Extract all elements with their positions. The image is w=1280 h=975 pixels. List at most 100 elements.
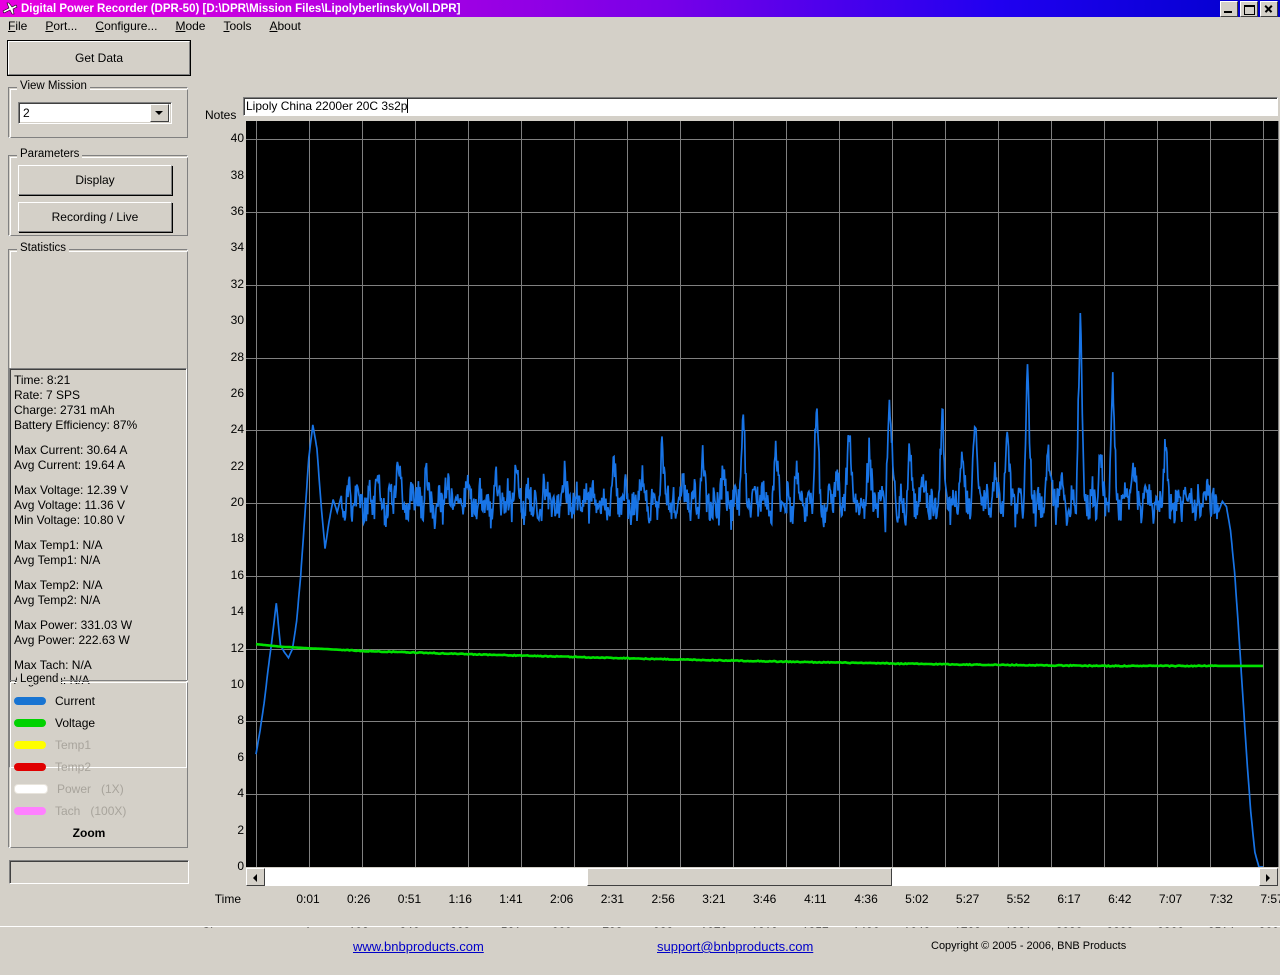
mission-select[interactable]: 2 (18, 102, 172, 124)
scroll-right-arrow-icon[interactable] (1259, 868, 1278, 886)
statistics-spacer (14, 568, 186, 578)
y-axis-labels: 0 2 4 6 8 10 12 14 16 18 20 22 24 26 28 30 32 34 36 38 40 (222, 121, 244, 873)
website-link[interactable]: www.bnbproducts.com (353, 939, 484, 954)
legend-color-swatch (14, 697, 46, 705)
legend-item-label: Tach (100X) (55, 804, 127, 818)
minimize-button[interactable] (1220, 1, 1238, 17)
time-tick-label: 0:26 (347, 892, 371, 906)
menu-item-port[interactable]: Port... (43, 18, 79, 34)
y-axis-tick-label: 14 (230, 604, 244, 619)
sidebar-panel: Get Data View Mission 2 Parameters Displ… (0, 35, 200, 960)
chart-plot-area[interactable] (246, 121, 1279, 867)
notes-input[interactable]: Lipoly China 2200er 20C 3s2p (243, 97, 1278, 116)
menu-item-configure[interactable]: Configure... (93, 18, 159, 34)
menu-item-about[interactable]: About (267, 18, 302, 34)
y-axis-tick-label: 24 (230, 422, 244, 437)
y-axis-tick-label: 0 (237, 859, 244, 873)
copyright-text: Copyright © 2005 - 2006, BNB Products (931, 940, 1127, 952)
legend-item-power[interactable]: Power (1X) (14, 778, 184, 800)
time-tick-label: 2:31 (600, 892, 625, 906)
get-data-button[interactable]: Get Data (7, 40, 191, 76)
time-tick-label: 5:52 (1006, 892, 1030, 906)
y-axis-tick-label: 18 (230, 531, 244, 546)
legend-item-label: Power (1X) (57, 782, 124, 796)
menu-item-tools[interactable]: Tools (221, 18, 253, 34)
time-row-label: Time (214, 892, 241, 906)
statistic-line: Avg Voltage: 11.36 V (14, 498, 125, 512)
chevron-down-icon[interactable] (150, 104, 169, 122)
time-tick-label: 3:46 (752, 892, 777, 906)
menu-item-file[interactable]: File (6, 18, 29, 34)
series-line-voltage (255, 642, 1263, 668)
y-axis-tick-label: 36 (230, 203, 244, 218)
statistic-line: Rate: 7 SPS (14, 388, 81, 402)
y-axis-tick-label: 20 (230, 495, 244, 510)
legend-item-voltage[interactable]: Voltage (14, 712, 184, 734)
restore-button[interactable] (1240, 1, 1258, 17)
close-button[interactable] (1260, 1, 1278, 17)
support-email-link[interactable]: support@bnbproducts.com (657, 939, 813, 954)
statistic-line: Max Temp1: N/A (14, 538, 103, 552)
legend-item-current[interactable]: Current (14, 690, 184, 712)
scrollbar-thumb[interactable] (587, 868, 892, 886)
menu-bar: File Port... Configure... Mode Tools Abo… (0, 17, 1280, 35)
y-axis-tick-label: 8 (237, 713, 244, 728)
legend-item-tach[interactable]: Tach (100X) (14, 800, 184, 822)
legend-item-scale: (1X) (101, 782, 124, 796)
time-tick-label: 6:42 (1108, 892, 1132, 906)
y-axis-tick-label: 6 (237, 749, 244, 764)
display-label: Display (75, 173, 115, 187)
y-axis-tick-label: 38 (230, 167, 244, 182)
y-axis-tick-label: 2 (237, 822, 244, 837)
y-axis-tick-label: 34 (230, 240, 244, 255)
legend-item-label: Current (55, 694, 96, 708)
window-controls (1220, 1, 1278, 17)
legend-color-swatch (14, 719, 46, 727)
y-axis-tick-label: 4 (237, 786, 244, 801)
notes-label: Notes (205, 108, 237, 122)
y-axis-tick-label: 40 (230, 131, 244, 146)
legend-item-label: Voltage (55, 716, 96, 730)
zoom-button[interactable]: Zoom (14, 826, 164, 840)
statistic-line: Min Voltage: 10.80 V (14, 513, 125, 527)
time-tick-label: 2:56 (651, 892, 675, 906)
statistic-line: Max Temp2: N/A (14, 578, 103, 592)
scroll-left-arrow-icon[interactable] (246, 868, 265, 886)
chart-horizontal-scrollbar[interactable] (246, 868, 1278, 886)
legend-item-label: Temp2 (55, 760, 92, 774)
y-axis-tick-label: 22 (230, 458, 244, 473)
y-axis-tick-label: 12 (230, 640, 244, 655)
time-tick-label: 7:32 (1209, 892, 1233, 906)
statistics-spacer (14, 648, 186, 658)
y-axis-tick-label: 28 (230, 349, 244, 364)
scrollbar-track[interactable] (265, 868, 1259, 886)
statistic-line: Avg Temp1: N/A (14, 553, 101, 567)
recording-live-button[interactable]: Recording / Live (18, 202, 172, 232)
time-tick-label: 2:06 (549, 892, 574, 906)
window-title: Digital Power Recorder (DPR-50) [D:\DPR\… (21, 2, 461, 15)
recording-live-label: Recording / Live (51, 210, 139, 224)
time-tick-label: 1:41 (499, 892, 523, 906)
menu-item-mode[interactable]: Mode (173, 18, 207, 34)
legend-item-temp1[interactable]: Temp1 (14, 734, 184, 756)
statistics-group-label: Statistics (17, 242, 70, 254)
statistics-spacer (14, 473, 186, 483)
legend-list: Current Voltage Temp1 Temp2 Power (1X) Tach (10… (14, 690, 184, 840)
legend-item-temp2[interactable]: Temp2 (14, 756, 184, 778)
time-tick-label: 4:11 (804, 892, 827, 906)
get-data-label: Get Data (74, 51, 124, 65)
time-tick-label: 1:16 (448, 892, 472, 906)
series-line-current (255, 312, 1263, 867)
statistic-line: Max Tach: N/A (14, 658, 92, 672)
statistic-line: Max Power: 331.03 W (14, 618, 133, 632)
time-tick-label: 0:01 (296, 892, 320, 906)
time-tick-label: 4:36 (854, 892, 878, 906)
statistics-spacer (14, 433, 186, 443)
display-button[interactable]: Display (18, 165, 172, 195)
y-axis-tick-label: 26 (230, 385, 244, 400)
legend-color-swatch (14, 741, 46, 749)
footer: www.bnbproducts.com support@bnbproducts.… (0, 926, 1280, 975)
main-content: Get Data View Mission 2 Parameters Displ… (0, 35, 1280, 975)
legend-color-swatch (14, 784, 48, 794)
time-tick-label: 3:21 (702, 892, 726, 906)
